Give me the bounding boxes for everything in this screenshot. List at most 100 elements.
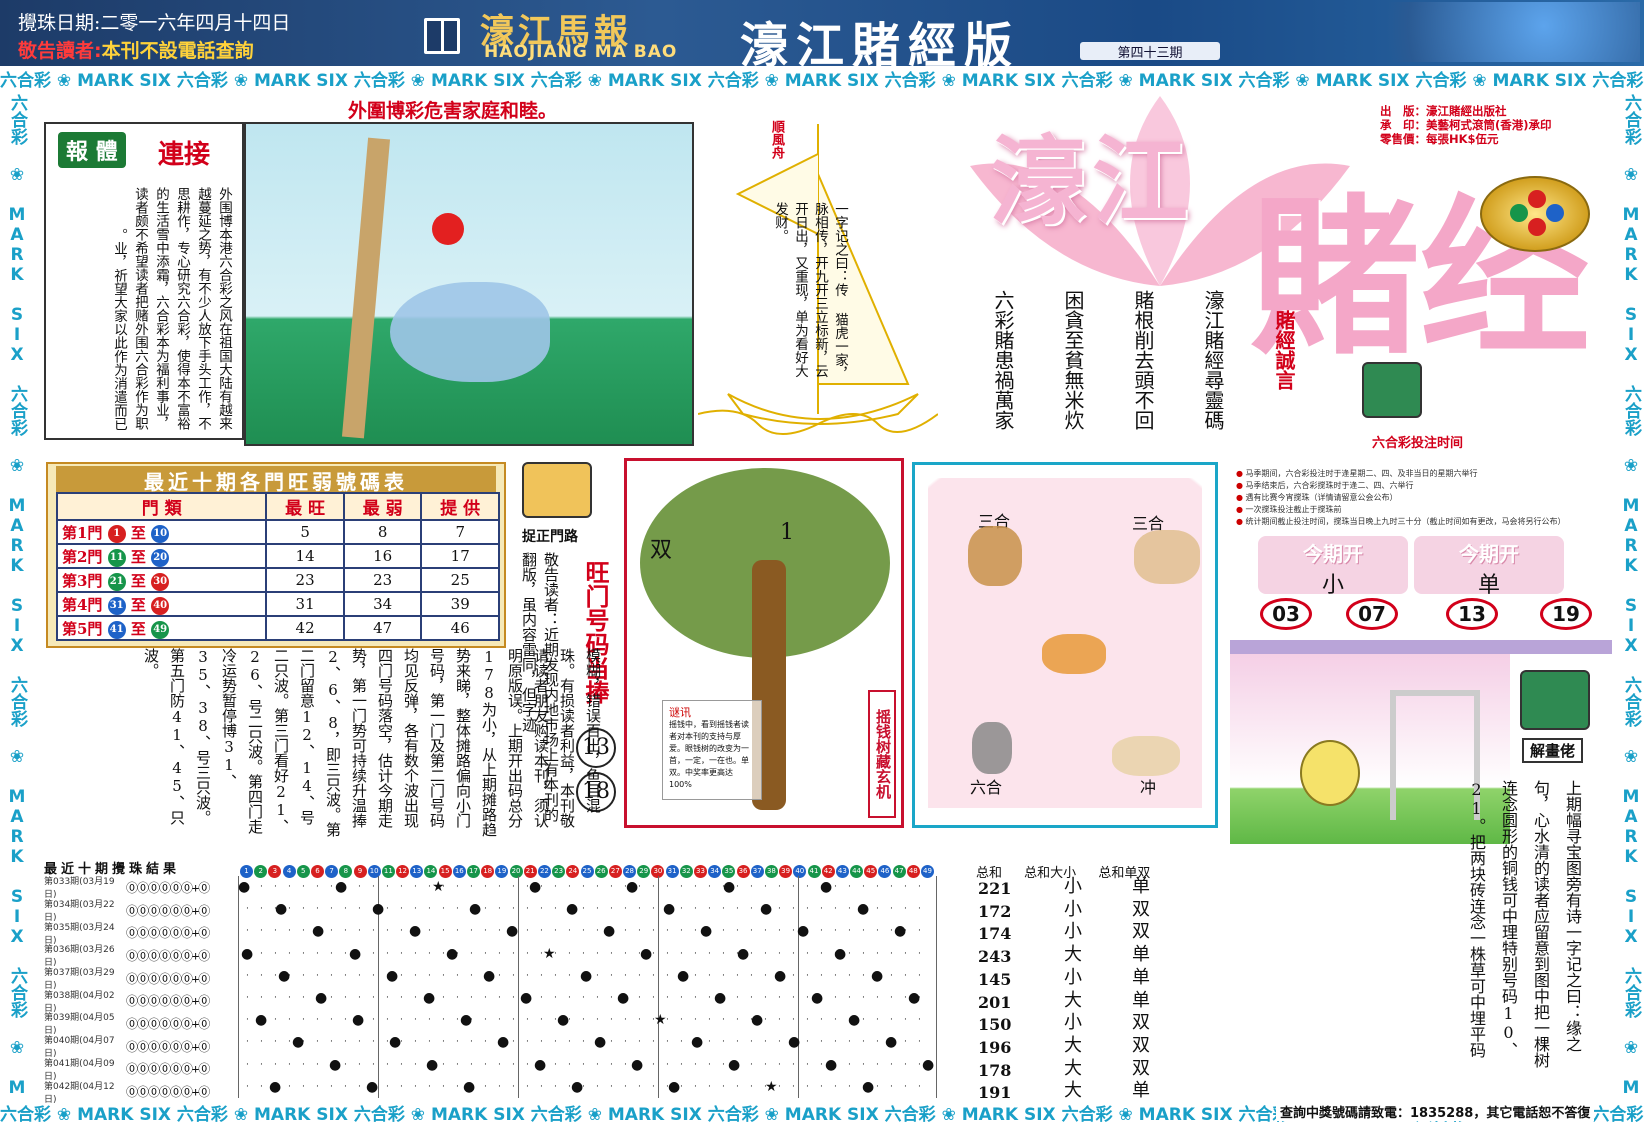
trend-dot: · bbox=[358, 882, 361, 892]
zhuo-label: 捉正門路 bbox=[522, 529, 578, 545]
trend-dot: · bbox=[498, 948, 501, 959]
printer-line: 承 印：美藝柯式滾筒(香港)承印 bbox=[1380, 118, 1552, 132]
trend-dot: · bbox=[666, 1015, 669, 1026]
door-row: 第3門 21 至 30 23 23 25 bbox=[55, 567, 500, 593]
trend-dot: · bbox=[470, 1015, 473, 1026]
trend-dot: · bbox=[596, 882, 599, 892]
trend-dot: · bbox=[638, 926, 641, 937]
trend-dot: · bbox=[708, 926, 711, 937]
door-cell: 第5門 41 至 49 bbox=[55, 615, 268, 641]
trend-dot: · bbox=[722, 1037, 725, 1048]
trend-dot: · bbox=[498, 1037, 501, 1048]
trend-dot: · bbox=[904, 904, 907, 915]
trend-dot: · bbox=[736, 882, 739, 892]
trend-dot: · bbox=[330, 1015, 333, 1026]
trend-mark: ● bbox=[922, 1056, 935, 1073]
trend-dot: · bbox=[442, 904, 445, 915]
trend-dot: · bbox=[582, 993, 585, 1003]
trend-mark: ● bbox=[691, 1034, 704, 1051]
sum-cell: 大 bbox=[1064, 1057, 1082, 1079]
door-row: 第4門 31 至 40 31 34 39 bbox=[55, 591, 500, 617]
trend-dot: · bbox=[498, 1059, 501, 1070]
trend-dot: · bbox=[400, 948, 403, 959]
sheep-icon bbox=[1112, 736, 1180, 776]
trend-dot: · bbox=[666, 1059, 669, 1070]
trend-dot: · bbox=[554, 1015, 557, 1026]
result-row: 第040期(04月07日) ⓪⓪⓪⓪⓪⓪+⓪ bbox=[44, 1035, 244, 1059]
trend-dot: · bbox=[680, 970, 683, 981]
trend-dot: · bbox=[484, 970, 487, 981]
trend-dot: · bbox=[722, 948, 725, 959]
trend-dot: · bbox=[834, 1037, 837, 1048]
trend-dot: · bbox=[344, 1037, 347, 1048]
sail-text: 一字记之曰：传 猫虎一家，脉相传，开九开三立标新，云开日出，又重现，单为看好大发… bbox=[772, 202, 848, 380]
trend-dot: · bbox=[316, 1081, 319, 1092]
tree-hint-shuang: 双 bbox=[650, 538, 673, 563]
trend-dot: · bbox=[414, 1081, 417, 1092]
trend-dot: · bbox=[904, 1059, 907, 1070]
sum-values: 221 172 174 243 145 201 150 196 178 191 bbox=[978, 878, 1011, 1105]
trend-dot: · bbox=[246, 970, 249, 981]
door-cell: 第4門 31 至 40 bbox=[55, 591, 268, 617]
trend-dot: · bbox=[792, 948, 795, 959]
trend-dot: · bbox=[246, 993, 249, 1003]
lhc-time-item: 马季期间，六合彩投注时于逢星期二、四、及非当日的星期六举行 bbox=[1236, 468, 1614, 480]
trend-dot: · bbox=[848, 970, 851, 981]
trend-dot: · bbox=[554, 1059, 557, 1070]
trend-dot: · bbox=[526, 1037, 529, 1048]
trend-dot: · bbox=[666, 1037, 669, 1048]
trend-dot: · bbox=[498, 1015, 501, 1026]
sum-cell: 单 bbox=[1132, 989, 1150, 1011]
trend-dot: · bbox=[876, 993, 879, 1003]
trend-dot: · bbox=[820, 970, 823, 981]
result-row: 第033期(03月19日) ⓪⓪⓪⓪⓪⓪+⓪ bbox=[44, 876, 244, 900]
trend-dot: · bbox=[400, 1059, 403, 1070]
cold-cell: 8 bbox=[342, 519, 423, 545]
trend-dot: · bbox=[596, 1081, 599, 1092]
trend-dot: · bbox=[652, 948, 655, 959]
trend-dot: · bbox=[694, 904, 697, 915]
lhc-time-item: 统计期间截止投注时间，搅珠当日晚上九时三十分（截止时间如有更改，马会将另行公布） bbox=[1236, 516, 1614, 528]
tiger-icon bbox=[1042, 634, 1106, 674]
trend-dot: · bbox=[792, 1015, 795, 1026]
trend-dot: · bbox=[680, 904, 683, 915]
trend-dot: · bbox=[778, 1037, 781, 1048]
trend-dot: · bbox=[596, 993, 599, 1003]
trend-dot: · bbox=[330, 993, 333, 1003]
trend-dot: · bbox=[526, 882, 529, 892]
trend-dot: · bbox=[624, 970, 627, 981]
trend-dot: · bbox=[610, 1059, 613, 1070]
trend-dot: · bbox=[274, 993, 277, 1003]
trend-mark: ● bbox=[677, 967, 690, 984]
trend-dot: · bbox=[848, 882, 851, 892]
outside-headline: 外圍博彩危害家庭和睦。 bbox=[348, 100, 558, 122]
trend-dot: · bbox=[610, 1015, 613, 1026]
trend-dot: · bbox=[582, 926, 585, 937]
tree-note: 谜讯 摇钱中，看到摇钱者读者对本刊的支持与厚爱。眼钱树的改变为一首，一定，一在也… bbox=[662, 700, 762, 800]
trend-mark: ● bbox=[668, 1078, 681, 1095]
trend-dot: · bbox=[680, 926, 683, 937]
title-haojiang: 濠江 bbox=[990, 125, 1194, 238]
give-cell: 39 bbox=[420, 591, 500, 617]
trend-dot: · bbox=[624, 1059, 627, 1070]
trend-dot: · bbox=[400, 1037, 403, 1048]
trend-dot: · bbox=[540, 970, 543, 981]
trend-dot: · bbox=[848, 948, 851, 959]
trend-dot: · bbox=[554, 1081, 557, 1092]
trend-dot: · bbox=[694, 993, 697, 1003]
door-name: 第4門 bbox=[62, 595, 103, 614]
trend-dot: · bbox=[372, 970, 375, 981]
door-name: 第3門 bbox=[62, 571, 103, 590]
trend-dot: · bbox=[246, 1081, 249, 1092]
trend-dot: · bbox=[470, 926, 473, 937]
door-to: 至 bbox=[130, 595, 146, 614]
trend-dot: · bbox=[890, 904, 893, 915]
door-start-ball: 41 bbox=[107, 620, 126, 639]
dog-icon bbox=[1134, 530, 1200, 584]
trend-dot: · bbox=[904, 1015, 907, 1026]
trend-dot: · bbox=[442, 882, 445, 892]
trend-dot: · bbox=[526, 1081, 529, 1092]
trend-dot: · bbox=[582, 970, 585, 981]
trend-dot: · bbox=[582, 1037, 585, 1048]
trend-dot: · bbox=[806, 904, 809, 915]
